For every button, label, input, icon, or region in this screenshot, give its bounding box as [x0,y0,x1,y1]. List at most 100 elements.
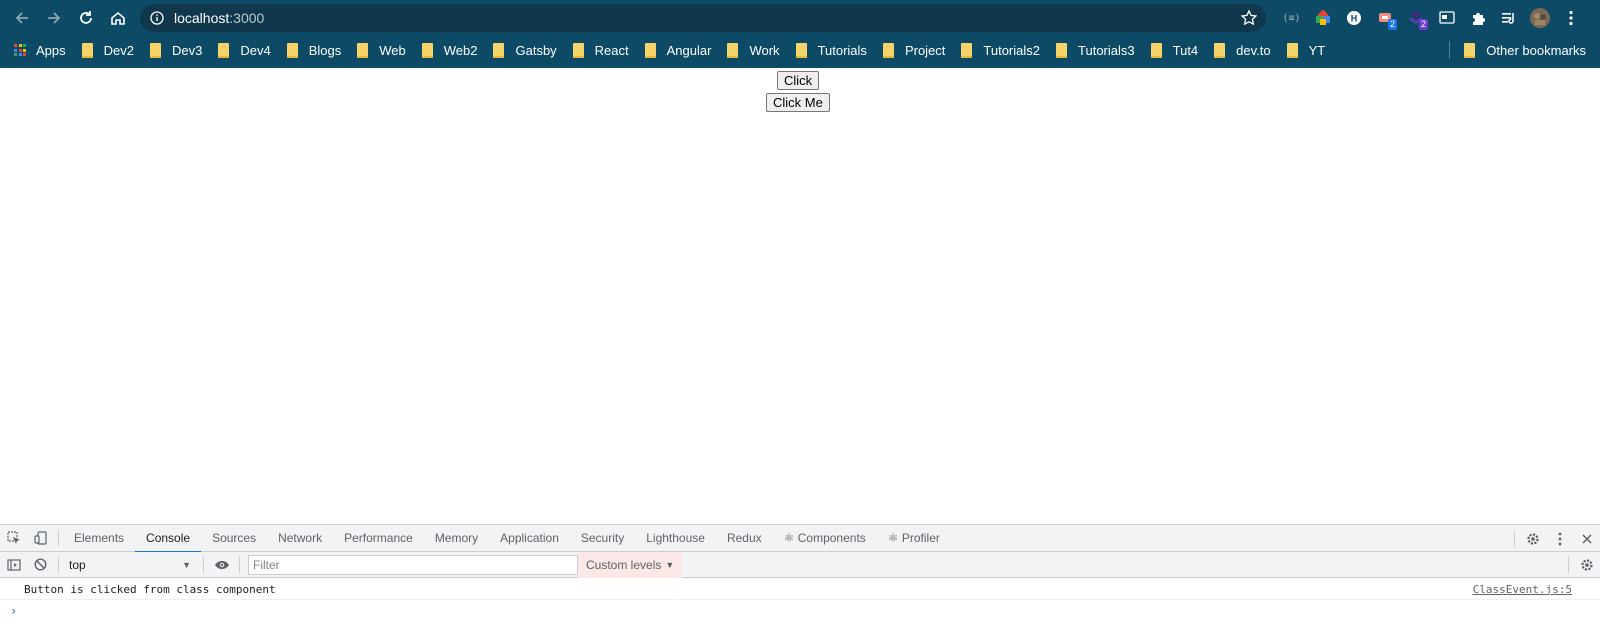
address-url: localhost:3000 [174,10,264,26]
bookmark-folder[interactable]: Tutorials2 [953,37,1048,63]
bookmark-label: Project [904,42,946,58]
device-toolbar-icon[interactable] [27,525,54,552]
forward-button[interactable] [38,5,70,31]
devtools-more-icon[interactable] [1546,525,1573,552]
home-button[interactable] [102,5,134,31]
extension-bracket-icon[interactable]: (≡) [1276,4,1307,32]
bookmark-folder[interactable]: Work [719,37,787,63]
info-icon [150,11,164,25]
bookmark-folder[interactable]: YT [1279,37,1334,63]
folder-icon [572,43,584,58]
bookmarks-divider [1449,41,1451,59]
extension-circle-h-icon[interactable]: H [1338,4,1369,32]
bookmark-folder[interactable]: Dev3 [142,37,210,63]
folder-icon [286,43,298,58]
bookmark-folder[interactable]: Angular [637,37,720,63]
devtools-tab[interactable]: ⚛ Profiler [877,525,951,552]
live-expression-eye-icon[interactable] [208,551,235,578]
log-levels-dropdown[interactable]: Custom levels ▼ [578,551,683,578]
bookmark-apps[interactable]: Apps [0,37,74,63]
folder-icon [1056,43,1068,58]
bookmark-other[interactable]: Other bookmarks [1456,37,1600,63]
bookmark-label: Gatsby [515,42,557,58]
click-me-button[interactable]: Click Me [766,93,830,112]
bookmark-folder[interactable]: Dev2 [74,37,142,63]
console-message-source-link[interactable]: ClassEvent.js:5 [1473,583,1572,596]
extension-colorful-icon[interactable] [1307,4,1338,32]
bookmark-folder[interactable]: Project [875,37,953,63]
extensions-puzzle-icon[interactable] [1462,4,1493,32]
bookmark-label: Tutorials3 [1078,42,1135,58]
toolbar-divider [58,556,59,573]
bookmark-label: Apps [36,42,66,58]
bookmark-folder[interactable]: Tutorials3 [1048,37,1143,63]
console-filter-input[interactable] [248,554,578,575]
sidebar-toggle-icon[interactable] [0,551,27,578]
clear-console-icon[interactable] [27,551,54,578]
bookmark-label: dev.to [1236,42,1271,58]
folder-icon [218,43,230,58]
devtools-tab[interactable]: Lighthouse [635,525,716,552]
extension-badge-icon-2[interactable]: 2 [1400,4,1431,32]
bookmark-label: Dev3 [172,42,203,58]
bookmark-folder[interactable]: Web2 [414,37,486,63]
folder-icon [795,43,807,58]
back-button[interactable] [6,5,38,31]
click-button[interactable]: Click [777,71,820,90]
devtools-tab[interactable]: Redux [716,525,773,552]
close-devtools-icon[interactable] [1573,525,1600,552]
devtools-tab[interactable]: Memory [424,525,489,552]
devtools-tab[interactable]: Security [570,525,635,552]
bookmark-folder[interactable]: Tut4 [1143,37,1207,63]
folder-icon [150,43,161,58]
devtools-tab[interactable]: Performance [333,525,424,552]
bookmark-folder[interactable]: React [565,37,637,63]
profile-avatar[interactable] [1524,4,1555,32]
bookmark-label: Tut4 [1172,42,1199,58]
address-bar[interactable]: localhost:3000 [140,4,1266,32]
devtools-tab[interactable]: Console [135,525,202,553]
devtools-tab[interactable]: ⚛ Components [773,525,877,552]
inspect-element-icon[interactable] [0,525,27,552]
home-icon [111,11,125,25]
folder-icon [882,43,894,58]
folder-icon [357,43,369,58]
devtools-tab[interactable]: Elements [63,525,135,552]
devtools-panel: Elements Console Sources Network Performance… [0,524,1600,632]
settings-gear-icon[interactable] [1519,525,1546,552]
arrow-left-icon [15,12,28,24]
reload-button[interactable] [70,5,102,31]
context-selector[interactable]: top ▼ [63,555,199,575]
bookmark-folder[interactable]: Web [349,37,414,63]
devtools-actions [1510,525,1600,552]
star-icon[interactable] [1240,9,1258,27]
page-viewport: Click Click Me [0,68,1600,524]
bookmark-folder[interactable]: Tutorials [788,37,875,63]
folder-icon [421,43,433,58]
console-settings-gear-icon[interactable] [1573,551,1600,578]
devtools-tab[interactable]: Sources [201,525,267,552]
bookmark-label: Tutorials [817,42,867,58]
bookmark-folder[interactable]: Gatsby [485,37,564,63]
toolbar-divider [1568,556,1569,573]
extension-badge-count: 2 [1387,19,1397,30]
folder-icon [493,43,505,58]
more-menu-icon[interactable] [1555,4,1586,32]
folder-icon [1286,43,1298,58]
folder-icon [961,43,973,58]
bookmark-label: Angular [666,42,712,58]
extension-badge-icon-1[interactable]: 2 [1369,4,1400,32]
devtools-tab[interactable]: Application [489,525,570,552]
bookmark-folder[interactable]: Dev4 [210,37,278,63]
extension-window-icon[interactable] [1431,4,1462,32]
bookmark-folder[interactable]: dev.to [1206,37,1278,63]
bookmark-folder[interactable]: Blogs [279,37,350,63]
reading-list-icon[interactable] [1493,4,1524,32]
site-info-button[interactable] [140,11,174,25]
bookmark-label: Web2 [443,42,478,58]
folder-icon [1214,43,1226,58]
apps-grid-icon [14,44,26,56]
bookmark-folders: Dev2 Dev3 Dev4 Blogs Web Web2 Gatsby React Angul… [74,37,1334,63]
devtools-tab[interactable]: Network [267,525,333,552]
console-prompt[interactable]: › [10,604,17,618]
